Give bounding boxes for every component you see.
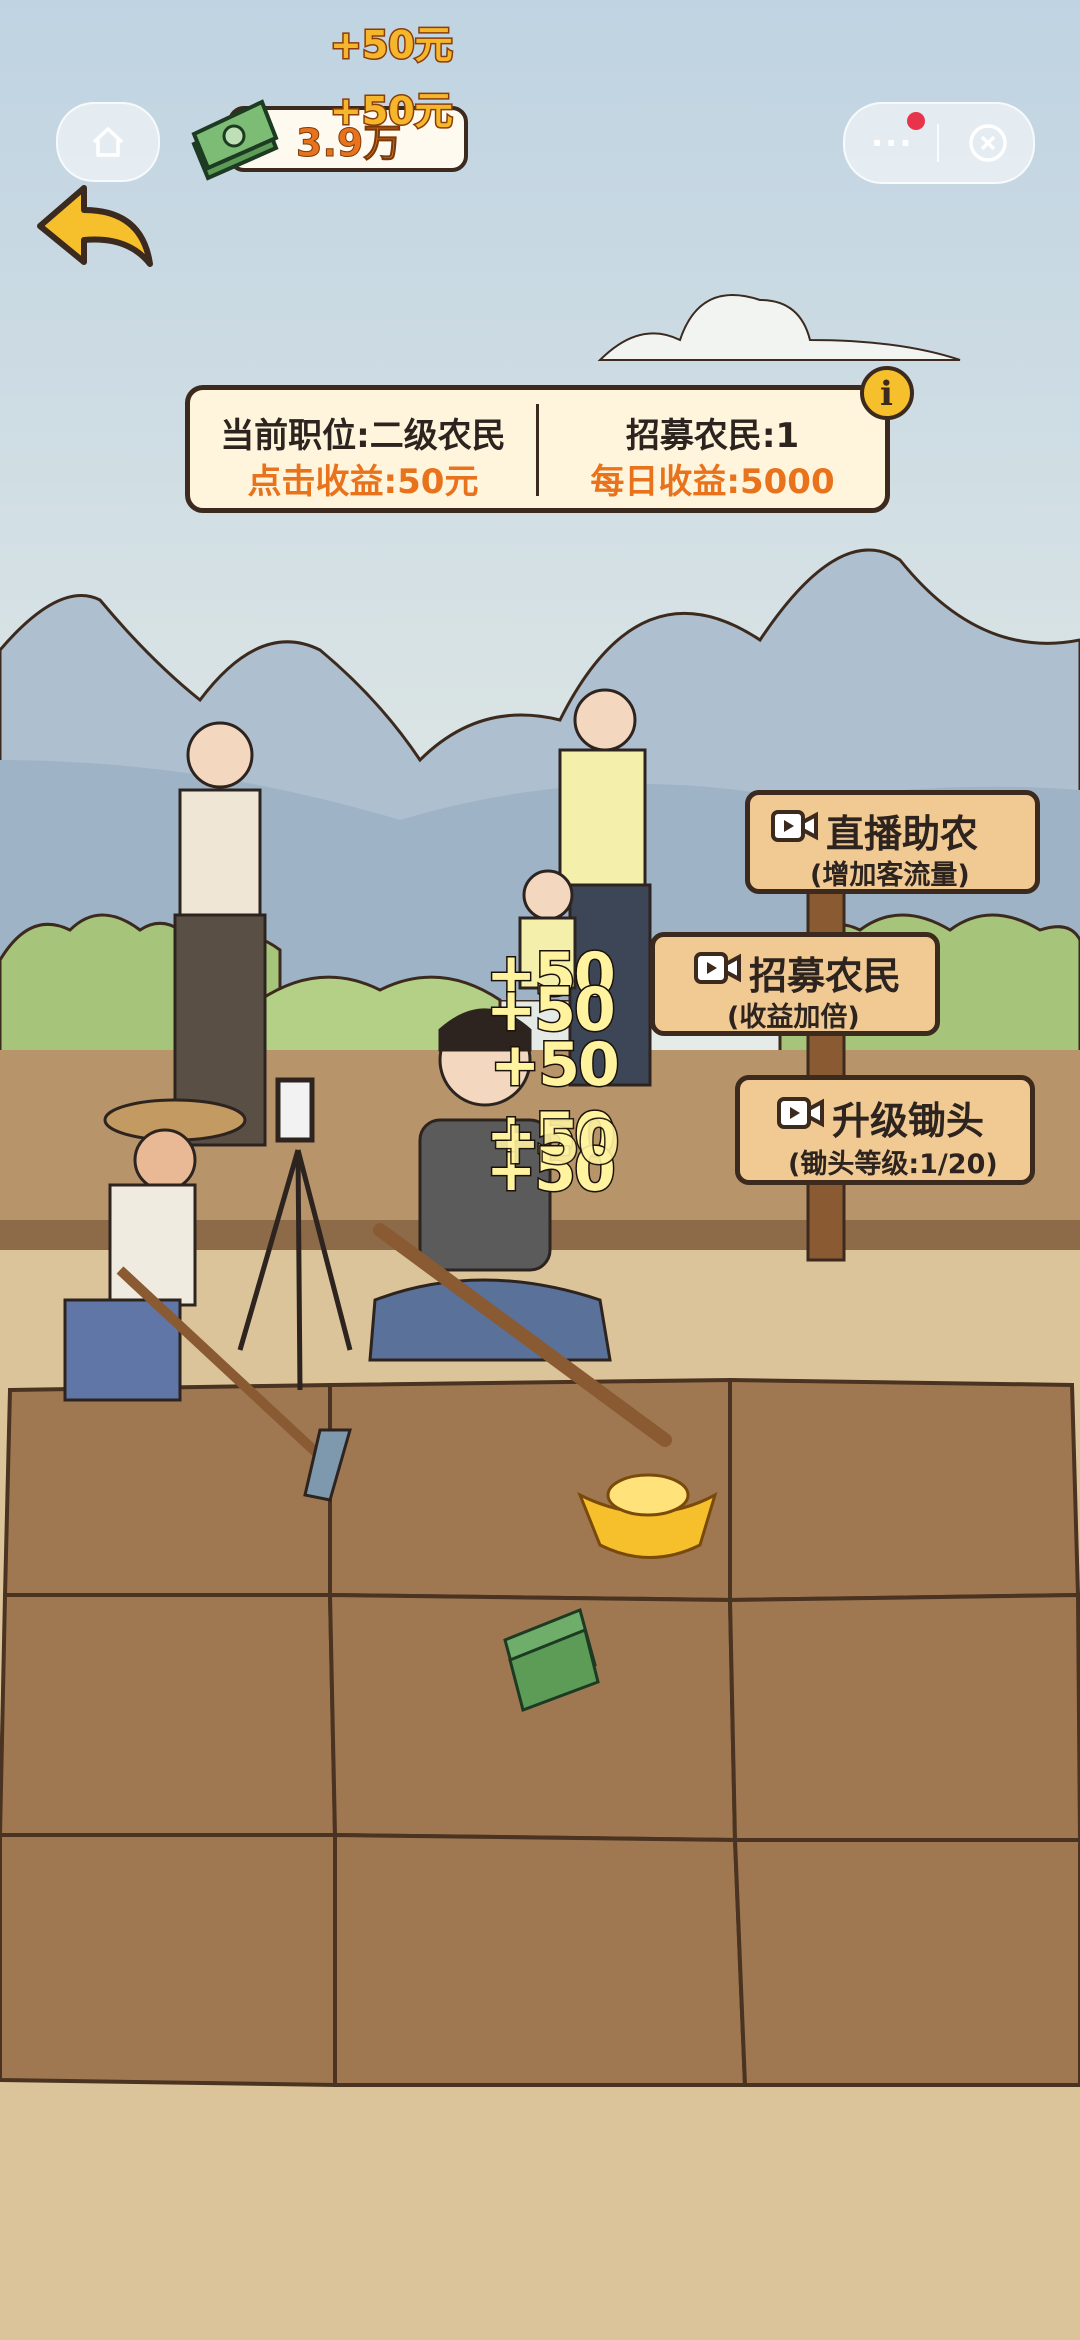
daily-income: 每日收益:5000 (590, 462, 835, 502)
click-income: 点击收益:50元 (247, 462, 479, 502)
click-popup: +50 (489, 1029, 622, 1102)
home-icon (92, 127, 124, 157)
cash-icon (191, 99, 279, 181)
info-panel: 当前职位:二级农民 点击收益:50元 招募农民:1 每日收益:5000 (185, 385, 890, 513)
sign-subtitle: (增加客流量) (810, 860, 970, 891)
close-icon (969, 124, 1007, 162)
sign-live-stream[interactable]: 直播助农 (增加客流量) (745, 790, 1040, 894)
sign-title: 升级锄头 (832, 1099, 985, 1143)
close-button[interactable] (941, 104, 1033, 182)
sign-title: 直播助农 (826, 812, 979, 856)
sign-subtitle: (收益加倍) (727, 1002, 860, 1033)
miniprogram-capsule: ··· (843, 102, 1035, 184)
sign-title: 招募农民 (749, 954, 902, 998)
recruited-count: 招募农民:1 (625, 416, 800, 456)
info-button[interactable]: i (860, 366, 914, 420)
more-icon: ··· (871, 124, 914, 162)
more-button[interactable]: ··· (845, 104, 939, 182)
sign-upgrade-hoe[interactable]: 升级锄头 (锄头等级:1/20) (735, 1075, 1035, 1185)
back-arrow-icon[interactable] (32, 178, 160, 278)
click-popup: +50 (489, 1107, 622, 1180)
video-icon (777, 1097, 824, 1129)
floating-gain: +50元 (329, 88, 455, 135)
info-icon: i (880, 374, 893, 414)
floating-gain: +50元 (329, 22, 455, 69)
farm-field-tap-area[interactable] (0, 1380, 1080, 2090)
position-label: 当前职位:二级农民 (220, 416, 506, 456)
home-button[interactable] (56, 102, 160, 182)
video-icon (694, 952, 741, 984)
notification-dot (907, 112, 925, 130)
sign-recruit-farmer[interactable]: 招募农民 (收益加倍) (650, 932, 940, 1036)
sign-subtitle: (锄头等级:1/20) (788, 1149, 998, 1180)
video-icon (771, 810, 818, 842)
